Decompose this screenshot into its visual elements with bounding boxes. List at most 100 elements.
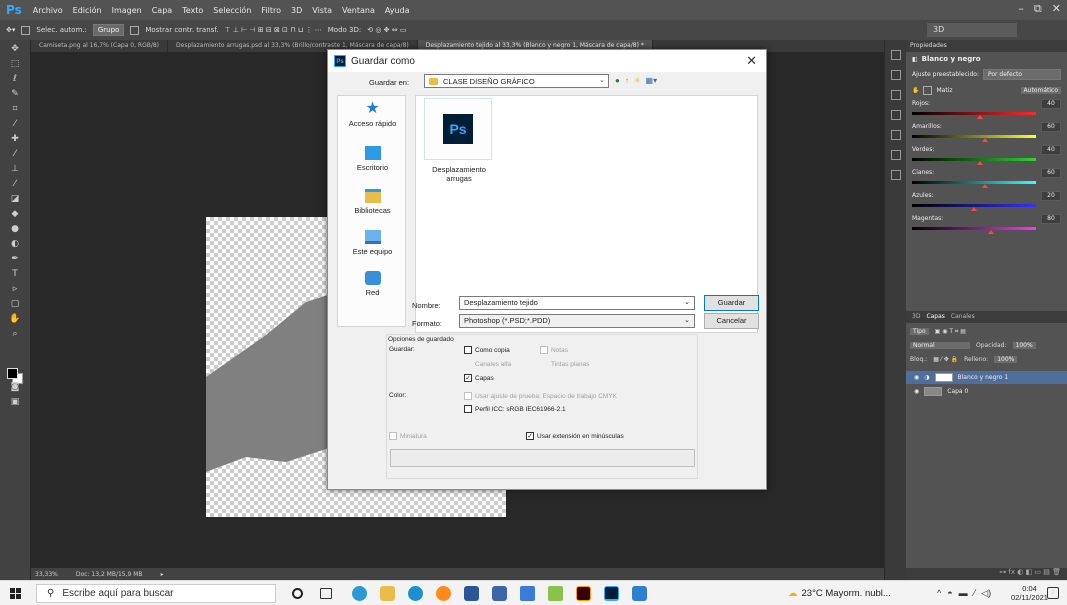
- view-menu-icon[interactable]: ▦▾: [646, 76, 658, 85]
- slider-track[interactable]: [912, 135, 1036, 138]
- slider-value-input[interactable]: 20: [1041, 191, 1061, 201]
- word-icon[interactable]: [464, 586, 479, 601]
- close-icon[interactable]: ✕: [746, 53, 757, 69]
- pen-icon[interactable]: ✒: [7, 253, 23, 265]
- close-app-button[interactable]: ✕: [1052, 2, 1061, 16]
- as-copy-checkbox[interactable]: Como copia: [464, 346, 510, 354]
- layers-checkbox[interactable]: ✓ Capas: [464, 374, 494, 382]
- move-icon[interactable]: ✥: [7, 43, 23, 55]
- menu-ventana[interactable]: Ventana: [337, 6, 380, 15]
- app-icon[interactable]: [548, 586, 563, 601]
- brush-icon[interactable]: ⁄: [7, 148, 23, 160]
- shape-icon[interactable]: ▢: [7, 298, 23, 310]
- new-folder-icon[interactable]: ✳: [634, 76, 641, 85]
- filter-icons[interactable]: ▣ ◉ T ⌗ ▤: [935, 328, 966, 336]
- menu-edicion[interactable]: Edición: [68, 6, 107, 15]
- meet-icon[interactable]: [492, 586, 507, 601]
- quick-mask-icon[interactable]: ◙: [7, 381, 23, 393]
- preset-select[interactable]: Por defecto: [982, 69, 1061, 80]
- target-icon[interactable]: ✋: [912, 87, 919, 94]
- slider-track[interactable]: [912, 158, 1036, 161]
- auto-button[interactable]: Automático: [1020, 87, 1061, 94]
- slider-thumb-icon[interactable]: [982, 138, 989, 142]
- history-brush-icon[interactable]: ⁄: [7, 178, 23, 190]
- doc-tab-camiseta[interactable]: Camiseta.png al 16,7% (Capa 0, RGB/8): [31, 40, 169, 52]
- quick-select-icon[interactable]: ✎: [7, 88, 23, 100]
- menu-capa[interactable]: Capa: [147, 6, 177, 15]
- name-input[interactable]: Desplazamiento tejido ⌄: [459, 296, 695, 310]
- align-icons[interactable]: ⊤ ⊥ ⊢ ⊣ ⊞ ⊟ ⊠ ⊡ ⊓ ⊔ ⋮ ⋯: [225, 26, 322, 34]
- chevron-down-icon[interactable]: ⌄: [684, 315, 690, 327]
- screen-mode-icon[interactable]: ▣: [7, 396, 23, 408]
- photoshop-taskbar-icon[interactable]: [604, 586, 619, 601]
- menu-seleccion[interactable]: Selección: [208, 6, 256, 15]
- kind-filter[interactable]: Tipo: [910, 328, 929, 335]
- layer-row[interactable]: ◉ Capa 0: [906, 385, 1067, 398]
- slider-thumb-icon[interactable]: [988, 230, 995, 234]
- place-libraries[interactable]: Bibliotecas: [338, 189, 407, 215]
- save-button[interactable]: Guardar: [704, 295, 759, 311]
- workspace-select[interactable]: 3D: [927, 23, 1017, 37]
- slider-thumb-icon[interactable]: [971, 207, 977, 211]
- hand-icon[interactable]: ✋: [7, 313, 23, 325]
- layer-row[interactable]: ◉ ◑ Blanco y negro 1: [906, 371, 1067, 384]
- slider-value-input[interactable]: 60: [1041, 122, 1061, 132]
- lock-icons[interactable]: ▦ ⁄ ✥ 🔒: [933, 356, 958, 363]
- place-network[interactable]: Red: [338, 271, 407, 297]
- eye-icon[interactable]: ◉: [914, 374, 919, 381]
- notification-icon[interactable]: 2: [1047, 587, 1059, 599]
- place-desktop[interactable]: Escritorio: [338, 146, 407, 172]
- move-tool-icon[interactable]: ✥▾: [6, 26, 15, 34]
- marquee-icon[interactable]: ⬚: [7, 58, 23, 70]
- layer-name[interactable]: Blanco y negro 1: [958, 374, 1009, 381]
- zoom-icon[interactable]: ⌕: [7, 328, 23, 340]
- file-explorer-icon[interactable]: [380, 586, 395, 601]
- slider-track[interactable]: [912, 112, 1036, 115]
- chevron-down-icon[interactable]: ⌄: [684, 297, 690, 309]
- layers-footer-icons[interactable]: ⊶ fx ◐ ◧ ▭ ▤ 🗑: [906, 568, 1067, 580]
- eye-icon[interactable]: ◉: [914, 388, 919, 395]
- 3d-tools-icons[interactable]: ⟲ ◎ ✥ ⇔ ▭: [367, 26, 406, 34]
- menu-texto[interactable]: Texto: [177, 6, 208, 15]
- bucket-icon[interactable]: ◆: [7, 208, 23, 220]
- stamp-icon[interactable]: ⊥: [7, 163, 23, 175]
- show-transform-checkbox[interactable]: [130, 25, 140, 35]
- app-icon[interactable]: [520, 586, 535, 601]
- chrome-icon[interactable]: [352, 586, 367, 601]
- checkbox-icon[interactable]: [21, 25, 31, 35]
- foreground-color-swatch[interactable]: [7, 368, 18, 379]
- taskbar-search[interactable]: ⚲ Escribe aquí para buscar: [36, 584, 276, 603]
- eraser-icon[interactable]: ◪: [7, 193, 23, 205]
- windows-start-icon[interactable]: [10, 588, 21, 599]
- dodge-icon[interactable]: ◐: [7, 238, 23, 250]
- slider-value-input[interactable]: 60: [1041, 168, 1061, 178]
- tab-capas[interactable]: Capas: [926, 313, 944, 321]
- illustrator-icon[interactable]: [576, 586, 591, 601]
- menu-vista[interactable]: Vista: [307, 6, 337, 15]
- up-folder-icon[interactable]: ↑: [625, 76, 629, 85]
- blend-mode-select[interactable]: Normal: [910, 342, 970, 349]
- menu-archivo[interactable]: Archivo: [28, 6, 68, 15]
- type-icon[interactable]: T: [7, 268, 23, 280]
- slider-track[interactable]: [912, 181, 1036, 184]
- menu-3d[interactable]: 3D: [286, 6, 307, 15]
- menu-imagen[interactable]: Imagen: [107, 6, 147, 15]
- slider-value-input[interactable]: 80: [1041, 214, 1061, 224]
- chevron-up-icon[interactable]: ^: [937, 588, 941, 599]
- history-icon[interactable]: [891, 50, 901, 60]
- path-select-icon[interactable]: ▹: [7, 283, 23, 295]
- menu-ayuda[interactable]: Ayuda: [380, 6, 415, 15]
- tools-preset-icon[interactable]: [891, 170, 901, 180]
- eyedropper-icon[interactable]: ⁄: [7, 118, 23, 130]
- file-item[interactable]: Ps Desplazamiento arrugas: [424, 98, 494, 183]
- healing-icon[interactable]: ✚: [7, 133, 23, 145]
- arrow-right-icon[interactable]: ▸: [161, 571, 164, 578]
- slider-thumb-icon[interactable]: [977, 115, 984, 119]
- character-icon[interactable]: [891, 130, 901, 140]
- network-tray-icon[interactable]: ◓: [947, 588, 952, 599]
- brush-settings-icon[interactable]: [891, 90, 901, 100]
- slider-value-input[interactable]: 40: [1041, 145, 1061, 155]
- firefox-icon[interactable]: [436, 586, 451, 601]
- place-quick-access[interactable]: ★ Acceso rápido: [338, 101, 407, 129]
- crop-icon[interactable]: ⌗: [7, 103, 23, 115]
